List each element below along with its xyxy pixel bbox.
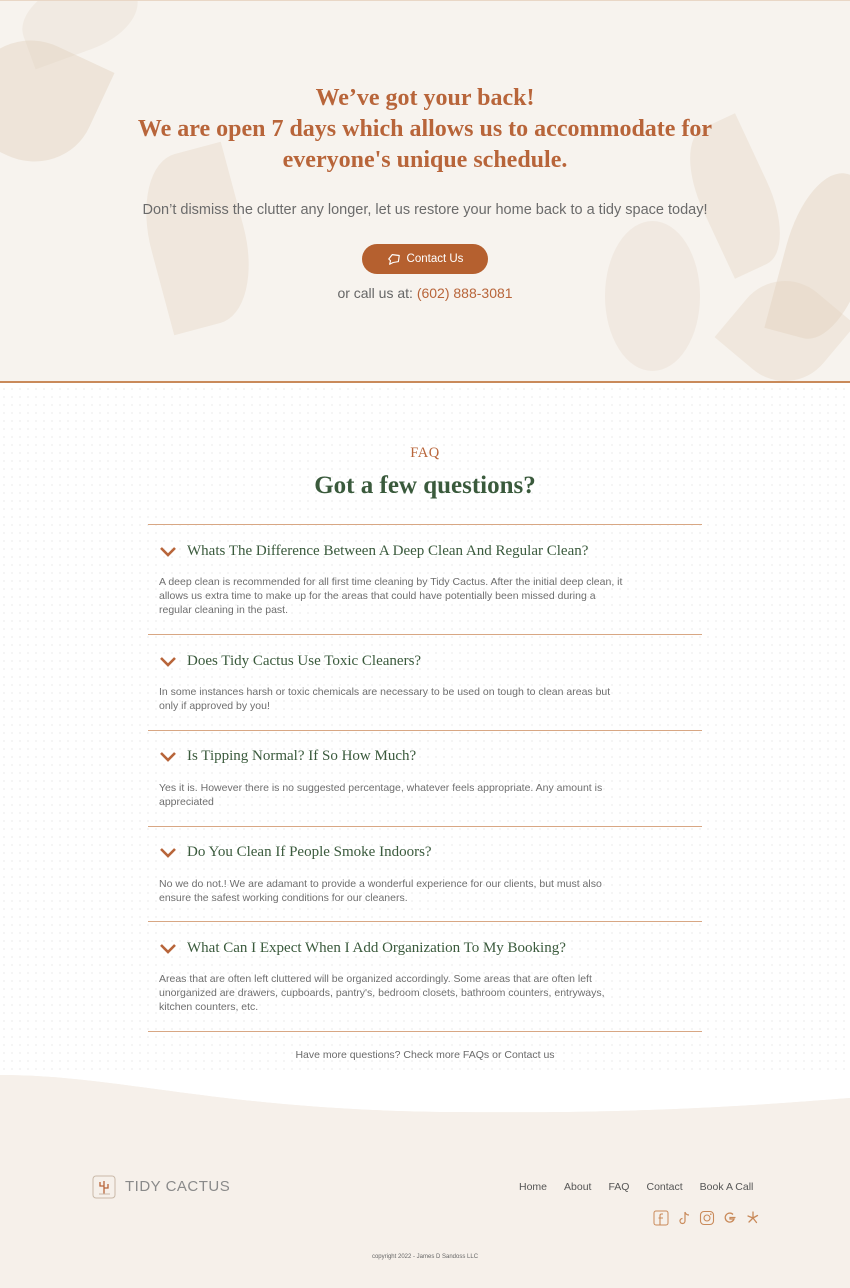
instagram-icon[interactable]	[699, 1210, 715, 1226]
footer-nav-faq[interactable]: FAQ	[608, 1181, 629, 1193]
faq-question-3[interactable]: Is Tipping Normal? If So How Much?	[159, 748, 416, 765]
chevron-down-icon	[160, 546, 176, 557]
faq-answer-line: Areas that are often left cluttered will…	[159, 973, 592, 985]
faq-question-2[interactable]: Does Tidy Cactus Use Toxic Cleaners?	[159, 653, 421, 670]
faq-answer-line: only if approved by you!	[159, 700, 270, 712]
copyright: copyright 2022 - James D Sandoss LLC	[371, 1254, 479, 1260]
hero-subtitle: Don’t dismiss the clutter any longer, le…	[142, 202, 708, 218]
hero-section: We’ve got your back! We are open 7 days …	[0, 0, 850, 383]
faq-question-4[interactable]: Do You Clean If People Smoke Indoors?	[159, 844, 432, 861]
faq-answer-5: Areas that are often left cluttered will…	[159, 972, 699, 1014]
faq-answer-line: unorganized are drawers, cupboards, pant…	[159, 987, 605, 999]
social-links	[653, 1210, 761, 1226]
faq-answer-2: In some instances harsh or toxic chemica…	[159, 685, 699, 713]
faq-divider	[148, 730, 702, 731]
cactus-logo-icon	[92, 1175, 116, 1199]
chat-bubble-icon	[387, 254, 400, 265]
faq-question-text: Do You Clean If People Smoke Indoors?	[187, 844, 432, 860]
faq-answer-line: No we do not.! We are adamant to provide…	[159, 878, 602, 890]
footer-logo[interactable]: TIDY CACTUS	[91, 1172, 230, 1200]
chevron-down-icon	[160, 847, 176, 858]
footer-nav-contact[interactable]: Contact	[646, 1181, 682, 1193]
faq-divider	[148, 921, 702, 922]
hero-title-line: We’ve got your back!	[315, 85, 535, 111]
chevron-down-icon	[160, 751, 176, 762]
faq-answer-4: No we do not.! We are adamant to provide…	[159, 877, 699, 905]
faq-question-text: What Can I Expect When I Add Organizatio…	[187, 940, 566, 956]
faq-answer-line: Yes it is. However there is no suggested…	[159, 782, 603, 794]
faq-answer-line: ensure the safest working conditions for…	[159, 892, 408, 904]
more-questions-link[interactable]: Have more questions? Check more FAQs or …	[0, 1049, 850, 1061]
faq-answer-line: regular cleaning in the past.	[159, 604, 288, 616]
hero-title: We’ve got your back! We are open 7 days …	[0, 83, 850, 176]
faq-divider	[148, 1031, 702, 1032]
faq-answer-line: kitchen counters, etc.	[159, 1001, 259, 1013]
footer-nav-about[interactable]: About	[564, 1181, 591, 1193]
logo-text: TIDY CACTUS	[125, 1177, 231, 1195]
faq-question-5[interactable]: What Can I Expect When I Add Organizatio…	[159, 940, 566, 957]
hero-title-line: We are open 7 days which allows us to ac…	[137, 116, 713, 142]
facebook-icon[interactable]	[653, 1210, 669, 1226]
faq-divider	[148, 826, 702, 827]
chevron-down-icon	[160, 943, 176, 954]
hero-bottom-divider	[0, 381, 850, 383]
faq-answer-1: A deep clean is recommended for all firs…	[159, 575, 699, 617]
faq-answer-3: Yes it is. However there is no suggested…	[159, 781, 699, 809]
footer-nav-home[interactable]: Home	[519, 1181, 547, 1193]
google-icon[interactable]	[722, 1210, 738, 1226]
chevron-down-icon	[160, 656, 176, 667]
faq-divider	[148, 524, 702, 525]
yelp-icon[interactable]	[745, 1210, 761, 1226]
faq-question-text: Does Tidy Cactus Use Toxic Cleaners?	[187, 653, 422, 669]
footer-wave	[0, 1070, 850, 1120]
faq-question-text: Is Tipping Normal? If So How Much?	[187, 748, 417, 764]
tiktok-icon[interactable]	[676, 1210, 692, 1226]
footer-nav-book-a-call[interactable]: Book A Call	[700, 1181, 754, 1193]
faq-answer-line: In some instances harsh or toxic chemica…	[159, 686, 611, 698]
faq-heading: Got a few questions?	[314, 472, 536, 499]
contact-us-label: Contact Us	[406, 253, 464, 265]
contact-us-button[interactable]: Contact Us	[362, 244, 488, 274]
phone-link[interactable]: (602) 888-3081	[417, 285, 513, 301]
faq-kicker: FAQ	[410, 445, 440, 461]
call-prefix: or call us at:	[337, 285, 417, 301]
faq-divider	[148, 634, 702, 635]
faq-question-text: Whats The Difference Between A Deep Clea…	[187, 543, 589, 559]
hero-title-line: everyone's unique schedule.	[282, 147, 568, 173]
call-us-line: or call us at: (602) 888-3081	[0, 285, 850, 301]
faq-answer-line: appreciated	[159, 796, 214, 808]
faq-answer-line: allows us extra time to make up for the …	[159, 590, 596, 602]
faq-answer-line: A deep clean is recommended for all firs…	[159, 576, 623, 588]
faq-question-1[interactable]: Whats The Difference Between A Deep Clea…	[159, 543, 588, 560]
footer-nav: Home About FAQ Contact Book A Call	[519, 1181, 753, 1193]
